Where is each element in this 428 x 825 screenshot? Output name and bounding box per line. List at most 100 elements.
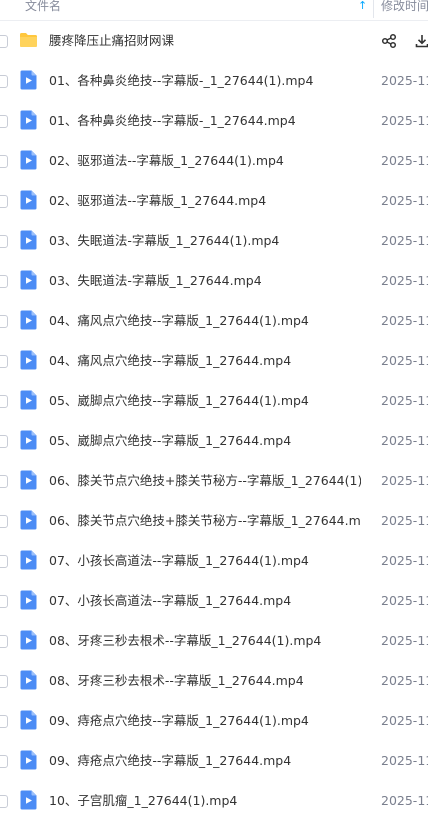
video-file-icon [20, 590, 37, 610]
file-name[interactable]: 06、膝关节点穴绝技+膝关节秘方--字幕版_1_27644.mp4 [49, 501, 361, 541]
file-name[interactable]: 10、子宫肌瘤_1_27644(1).mp4 [49, 781, 237, 821]
row-checkbox[interactable] [0, 635, 8, 648]
file-row[interactable]: 05、崴脚点穴绝技--字幕版_1_27644.mp4 2025-11 [0, 421, 428, 461]
row-checkbox[interactable] [0, 715, 8, 728]
file-row[interactable]: 02、驱邪道法--字幕版_1_27644(1).mp4 2025-11 [0, 141, 428, 181]
row-checkbox[interactable] [0, 315, 8, 328]
row-checkbox[interactable] [0, 115, 8, 128]
file-modified-time: 2025-11 [381, 673, 428, 688]
file-name[interactable]: 08、牙疼三秒去根术--字幕版_1_27644(1).mp4 [49, 621, 321, 661]
row-checkbox[interactable] [0, 235, 8, 248]
folder-row[interactable]: 腰疼降压止痛招财网课 [0, 21, 428, 61]
folder-icon [20, 33, 37, 47]
file-modified-time: 2025-11 [381, 473, 428, 488]
column-divider[interactable] [373, 0, 374, 18]
download-icon[interactable] [414, 33, 428, 49]
file-name[interactable]: 03、失眠道法-字幕版_1_27644(1).mp4 [49, 221, 279, 261]
list-header: 文件名 ↑ 修改时间 [0, 0, 428, 21]
file-name[interactable]: 01、各种鼻炎绝技--字幕版-_1_27644(1).mp4 [49, 61, 313, 101]
file-modified-time: 2025-11 [381, 113, 428, 128]
file-row[interactable]: 03、失眠道法-字幕版_1_27644.mp4 2025-11 [0, 261, 428, 301]
row-checkbox[interactable] [0, 195, 8, 208]
row-checkbox[interactable] [0, 275, 8, 288]
file-row[interactable]: 04、痛风点穴绝技--字幕版_1_27644.mp4 2025-11 [0, 341, 428, 381]
row-checkbox[interactable] [0, 395, 8, 408]
file-row[interactable]: 08、牙疼三秒去根术--字幕版_1_27644.mp4 2025-11 [0, 661, 428, 701]
row-checkbox[interactable] [0, 435, 8, 448]
share-icon[interactable] [381, 33, 397, 49]
file-name[interactable]: 06、膝关节点穴绝技+膝关节秘方--字幕版_1_27644(1).... [49, 461, 361, 501]
file-modified-time: 2025-11 [381, 713, 428, 728]
row-checkbox[interactable] [0, 515, 8, 528]
file-modified-time: 2025-11 [381, 793, 428, 808]
video-file-icon [20, 470, 37, 490]
file-row[interactable]: 02、驱邪道法--字幕版_1_27644.mp4 2025-11 [0, 181, 428, 221]
file-name[interactable]: 04、痛风点穴绝技--字幕版_1_27644.mp4 [49, 341, 291, 381]
row-checkbox[interactable] [0, 75, 8, 88]
folder-name[interactable]: 腰疼降压止痛招财网课 [49, 21, 174, 61]
file-row[interactable]: 07、小孩长高道法--字幕版_1_27644.mp4 2025-11 [0, 581, 428, 621]
file-name[interactable]: 05、崴脚点穴绝技--字幕版_1_27644.mp4 [49, 421, 291, 461]
file-list: 腰疼降压止痛招财网课 01、各种鼻炎绝技--字幕版-_1_27644(1).mp… [0, 21, 428, 821]
file-name[interactable]: 01、各种鼻炎绝技--字幕版-_1_27644.mp4 [49, 101, 296, 141]
video-file-icon [20, 350, 37, 370]
file-name[interactable]: 07、小孩长高道法--字幕版_1_27644.mp4 [49, 581, 291, 621]
row-checkbox[interactable] [0, 555, 8, 568]
video-file-icon [20, 230, 37, 250]
file-modified-time: 2025-11 [381, 73, 428, 88]
file-name[interactable]: 09、痔疮点穴绝技--字幕版_1_27644(1).mp4 [49, 701, 309, 741]
file-row[interactable]: 08、牙疼三秒去根术--字幕版_1_27644(1).mp4 2025-11 [0, 621, 428, 661]
file-modified-time: 2025-11 [381, 193, 428, 208]
row-checkbox[interactable] [0, 595, 8, 608]
video-file-icon [20, 510, 37, 530]
file-modified-time: 2025-11 [381, 273, 428, 288]
file-name[interactable]: 03、失眠道法-字幕版_1_27644.mp4 [49, 261, 262, 301]
video-file-icon [20, 430, 37, 450]
row-checkbox[interactable] [0, 475, 8, 488]
video-file-icon [20, 790, 37, 810]
row-checkbox[interactable] [0, 755, 8, 768]
file-name[interactable]: 09、痔疮点穴绝技--字幕版_1_27644.mp4 [49, 741, 291, 781]
video-file-icon [20, 670, 37, 690]
video-file-icon [20, 110, 37, 130]
file-row[interactable]: 10、子宫肌瘤_1_27644(1).mp4 2025-11 [0, 781, 428, 821]
file-row[interactable]: 03、失眠道法-字幕版_1_27644(1).mp4 2025-11 [0, 221, 428, 261]
video-file-icon [20, 190, 37, 210]
file-modified-time: 2025-11 [381, 153, 428, 168]
file-row[interactable]: 06、膝关节点穴绝技+膝关节秘方--字幕版_1_27644(1).... 202… [0, 461, 428, 501]
file-row[interactable]: 04、痛风点穴绝技--字幕版_1_27644(1).mp4 2025-11 [0, 301, 428, 341]
file-row[interactable]: 01、各种鼻炎绝技--字幕版-_1_27644.mp4 2025-11 [0, 101, 428, 141]
file-modified-time: 2025-11 [381, 313, 428, 328]
file-modified-time: 2025-11 [381, 513, 428, 528]
video-file-icon [20, 310, 37, 330]
video-file-icon [20, 550, 37, 570]
row-checkbox[interactable] [0, 795, 8, 808]
file-name[interactable]: 04、痛风点穴绝技--字幕版_1_27644(1).mp4 [49, 301, 309, 341]
row-checkbox[interactable] [0, 35, 8, 48]
file-row[interactable]: 01、各种鼻炎绝技--字幕版-_1_27644(1).mp4 2025-11 [0, 61, 428, 101]
video-file-icon [20, 630, 37, 650]
file-modified-time: 2025-11 [381, 433, 428, 448]
file-row[interactable]: 06、膝关节点穴绝技+膝关节秘方--字幕版_1_27644.mp4 2025-1… [0, 501, 428, 541]
file-modified-time: 2025-11 [381, 393, 428, 408]
file-name[interactable]: 02、驱邪道法--字幕版_1_27644.mp4 [49, 181, 266, 221]
file-name[interactable]: 08、牙疼三秒去根术--字幕版_1_27644.mp4 [49, 661, 304, 701]
sort-ascending-arrow-icon[interactable]: ↑ [358, 0, 367, 12]
row-checkbox[interactable] [0, 155, 8, 168]
file-name[interactable]: 02、驱邪道法--字幕版_1_27644(1).mp4 [49, 141, 284, 181]
row-checkbox[interactable] [0, 355, 8, 368]
file-name[interactable]: 05、崴脚点穴绝技--字幕版_1_27644(1).mp4 [49, 381, 309, 421]
file-row[interactable]: 09、痔疮点穴绝技--字幕版_1_27644(1).mp4 2025-11 [0, 701, 428, 741]
file-row[interactable]: 05、崴脚点穴绝技--字幕版_1_27644(1).mp4 2025-11 [0, 381, 428, 421]
video-file-icon [20, 390, 37, 410]
file-row[interactable]: 07、小孩长高道法--字幕版_1_27644(1).mp4 2025-11 [0, 541, 428, 581]
file-name[interactable]: 07、小孩长高道法--字幕版_1_27644(1).mp4 [49, 541, 309, 581]
file-modified-time: 2025-11 [381, 353, 428, 368]
file-modified-time: 2025-11 [381, 233, 428, 248]
row-checkbox[interactable] [0, 675, 8, 688]
column-header-name[interactable]: 文件名 [25, 0, 61, 12]
video-file-icon [20, 270, 37, 290]
file-row[interactable]: 09、痔疮点穴绝技--字幕版_1_27644.mp4 2025-11 [0, 741, 428, 781]
video-file-icon [20, 150, 37, 170]
column-header-modified-time[interactable]: 修改时间 [381, 0, 428, 12]
